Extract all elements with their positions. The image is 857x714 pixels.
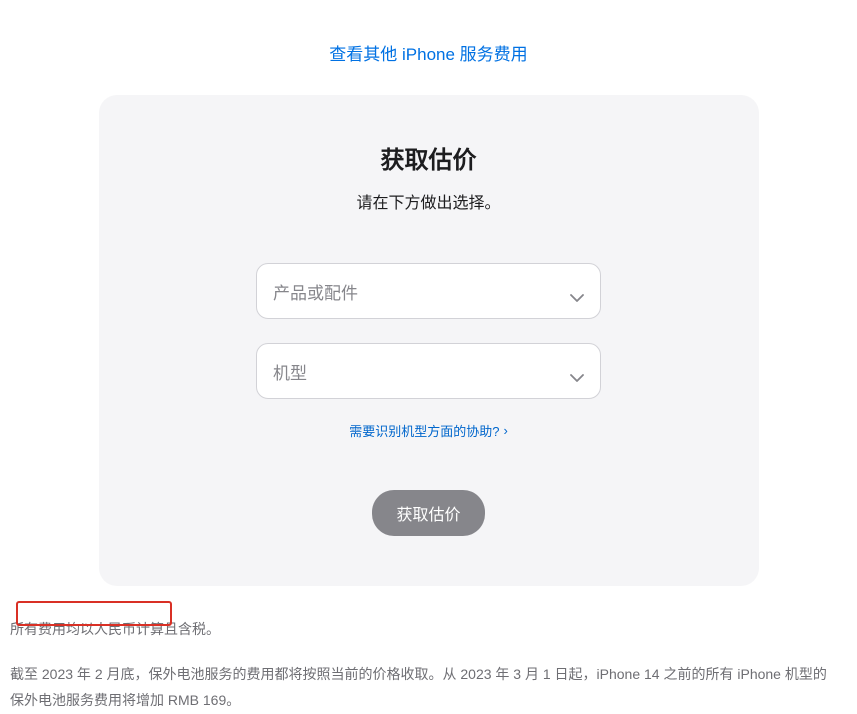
footer-tax-note: 所有费用均以人民币计算且含税。 (10, 616, 840, 643)
footer-price-increase-note: 截至 2023 年 2 月底，保外电池服务的费用都将按照当前的价格收取。从 20… (10, 661, 840, 714)
top-link-container: 查看其他 iPhone 服务费用 (0, 0, 857, 95)
model-select-wrapper: 机型 (256, 343, 601, 399)
help-link-label: 需要识别机型方面的协助? (349, 421, 499, 440)
submit-row: 获取估价 (139, 490, 719, 536)
product-select-placeholder: 产品或配件 (273, 279, 358, 304)
estimate-card: 获取估价 请在下方做出选择。 产品或配件 机型 需要识别机型方面的协助? › 获… (99, 95, 759, 586)
card-subtitle: 请在下方做出选择。 (139, 189, 719, 213)
card-title: 获取估价 (139, 140, 719, 175)
chevron-down-icon (570, 367, 584, 375)
model-select[interactable]: 机型 (256, 343, 601, 399)
product-select-wrapper: 产品或配件 (256, 263, 601, 319)
chevron-right-icon: › (503, 423, 507, 438)
view-other-services-link[interactable]: 查看其他 iPhone 服务费用 (329, 45, 527, 64)
chevron-down-icon (570, 287, 584, 295)
model-select-placeholder: 机型 (273, 359, 307, 384)
get-estimate-button[interactable]: 获取估价 (372, 490, 484, 536)
identify-model-help-link[interactable]: 需要识别机型方面的协助? › (349, 421, 508, 440)
product-select[interactable]: 产品或配件 (256, 263, 601, 319)
